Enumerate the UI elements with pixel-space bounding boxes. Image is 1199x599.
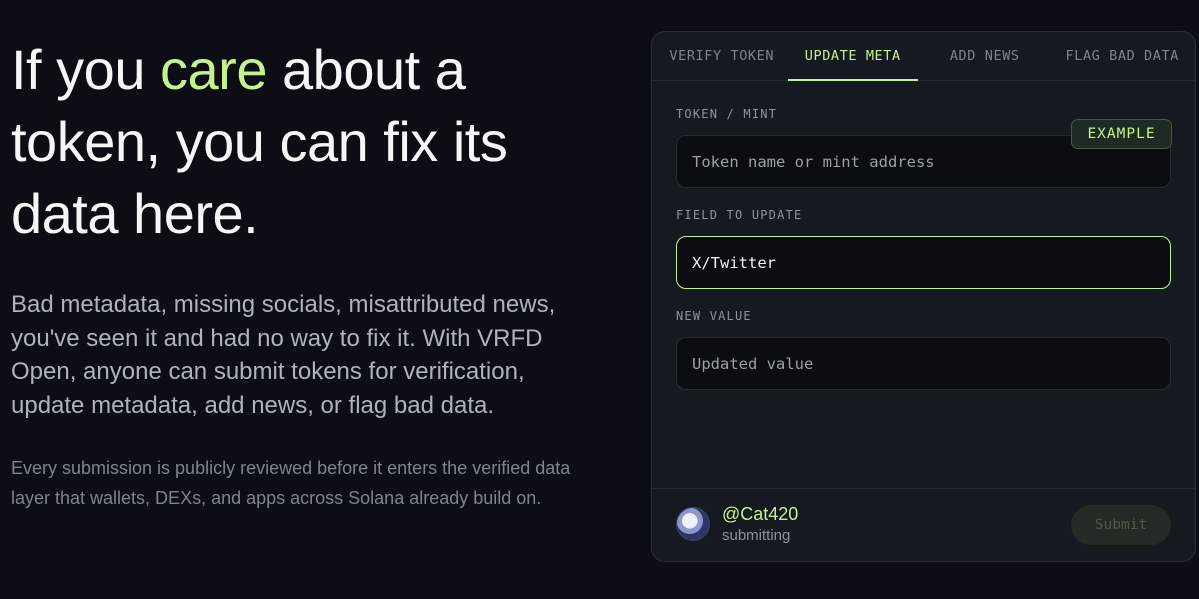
token-mint-input[interactable] <box>692 152 1155 171</box>
field-to-update-select[interactable]: X/Twitter <box>676 236 1171 289</box>
tab-verify-token[interactable]: VERIFY TOKEN <box>652 32 788 80</box>
headline-accent-word: care <box>160 38 267 101</box>
submitter-info: @Cat420 submitting <box>722 504 798 546</box>
update-meta-form: EXAMPLE TOKEN / MINT FIELD TO UPDATE X/T… <box>652 107 1195 390</box>
hero-section: If you care about a token, you can fix i… <box>11 34 581 513</box>
submission-tabs: VERIFY TOKEN UPDATE META ADD NEWS FLAG B… <box>652 32 1195 81</box>
cat-avatar-icon <box>676 507 710 541</box>
submit-button[interactable]: Submit <box>1071 505 1171 545</box>
hero-fine-print: Every submission is publicly reviewed be… <box>11 458 571 508</box>
submission-panel: VERIFY TOKEN UPDATE META ADD NEWS FLAG B… <box>651 31 1196 562</box>
field-to-update-value: X/Twitter <box>692 253 776 272</box>
field-to-update-label: FIELD TO UPDATE <box>676 208 803 222</box>
headline-text-before: If you <box>11 38 161 101</box>
hero-headline: If you care about a token, you can fix i… <box>11 34 581 250</box>
new-value-field-wrapper <box>676 337 1171 390</box>
tab-update-meta[interactable]: UPDATE META <box>787 32 919 81</box>
submitter-role: submitting <box>722 527 791 544</box>
hero-lead-paragraph: Bad metadata, missing socials, misattrib… <box>11 291 556 419</box>
tab-flag-bad-data[interactable]: FLAG BAD DATA <box>1051 32 1195 80</box>
submitter-handle[interactable]: @Cat420 <box>722 504 798 524</box>
new-value-input[interactable] <box>692 354 1155 373</box>
tab-add-news[interactable]: ADD NEWS <box>918 32 1051 80</box>
new-value-label: NEW VALUE <box>676 309 752 323</box>
panel-footer: @Cat420 submitting Submit <box>652 488 1195 561</box>
example-button[interactable]: EXAMPLE <box>1071 119 1172 149</box>
